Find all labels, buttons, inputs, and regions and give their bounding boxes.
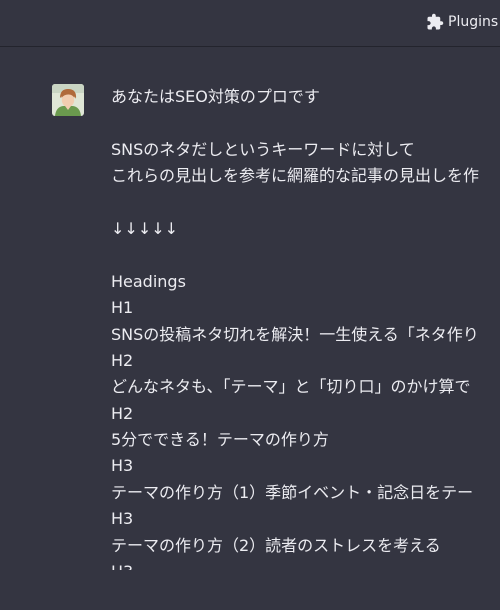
message-line [111, 242, 500, 268]
message-line: テーマの作り方（2）読者のストレスを考える [111, 535, 441, 555]
message-line: Headings [111, 271, 186, 291]
message-line [111, 190, 500, 216]
message-line: これらの見出しを参考に網羅的な記事の見出しを作 [111, 166, 480, 186]
message-line: どんなネタも、「テーマ」と「切り口」のかけ算で [111, 377, 471, 397]
plugins-label: Plugins [448, 14, 499, 30]
puzzle-piece-icon [427, 13, 444, 30]
message-line: テーマの作り方（1）季節イベント・記念日をテー [111, 482, 474, 502]
message-line: H2 [111, 403, 134, 423]
message-line: H3 [111, 559, 500, 570]
message-line: H1 [111, 298, 134, 318]
message-line: H2 [111, 350, 134, 370]
message-line [111, 110, 500, 136]
message-line: 5分でできる！テーマの作り方 [111, 430, 329, 450]
user-message: あなたはSEO対策のプロです SNSのネタだしというキーワードに対して これらの… [0, 54, 500, 570]
message-line: H3 [111, 509, 134, 529]
message-line: SNSのネタだしというキーワードに対して [111, 139, 415, 159]
top-bar: Plugins [0, 0, 500, 47]
message-line: あなたはSEO対策のプロです [111, 87, 320, 106]
message-line: ↓↓↓↓↓ [111, 218, 179, 238]
bottom-area [0, 570, 500, 610]
message-line: H3 [111, 456, 134, 476]
plugins-button[interactable]: Plugins [426, 13, 498, 31]
chat-window: Plugins あなたはSEO対策のプロです SNSのネタだしというキーワードに… [0, 0, 500, 610]
user-avatar [52, 84, 84, 116]
user-avatar-photo [52, 84, 84, 116]
message-line: SNSの投稿ネタ切れを解決！一生使える「ネタ作り [111, 324, 479, 344]
message-text: あなたはSEO対策のプロです SNSのネタだしというキーワードに対して これらの… [111, 84, 500, 570]
